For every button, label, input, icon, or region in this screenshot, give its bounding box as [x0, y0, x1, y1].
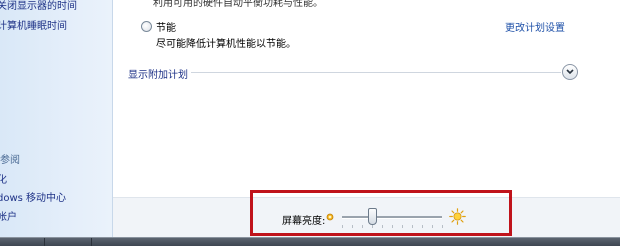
taskbar-item[interactable] — [0, 238, 45, 246]
balanced-plan-description: 利用可用的硬件自动平衡功耗与性能。 — [153, 0, 323, 9]
show-additional-plans-label[interactable]: 显示附加计划 — [128, 66, 188, 81]
brightness-slider-tick — [382, 225, 383, 228]
chevron-down-icon — [566, 69, 574, 75]
dim-sun-icon — [326, 213, 334, 221]
power-options-window: 关闭显示器的时间 计算机睡眠时间 参阅 化 dows 移动中心 帐户 利用可用的… — [0, 0, 620, 246]
brightness-slider-tick — [342, 225, 343, 228]
bright-sun-icon — [449, 208, 466, 225]
taskbar — [0, 237, 620, 246]
sidebar-link-user-accounts[interactable]: 帐户 — [0, 208, 17, 223]
sidebar-link-personalization[interactable]: 化 — [0, 171, 7, 186]
brightness-slider-tick — [432, 225, 433, 228]
brightness-slider-thumb[interactable] — [368, 208, 377, 225]
power-saver-plan-name[interactable]: 节能 — [156, 19, 176, 34]
sidebar-link-sleep-time[interactable]: 计算机睡眠时间 — [0, 17, 67, 32]
sidebar-link-mobility-center[interactable]: dows 移动中心 — [0, 189, 66, 204]
main-content: 利用可用的硬件自动平衡功耗与性能。 节能 尽可能降低计算机性能以节能。 更改计划… — [113, 0, 620, 238]
brightness-slider-tick — [442, 225, 443, 228]
power-saver-radio[interactable] — [141, 21, 152, 32]
brightness-slider-tick — [402, 225, 403, 228]
power-saver-plan-description: 尽可能降低计算机性能以节能。 — [156, 39, 296, 50]
brightness-slider-tick — [392, 225, 393, 228]
expand-additional-plans-button[interactable] — [562, 64, 578, 80]
brightness-slider-tick — [352, 225, 353, 228]
brightness-slider-track[interactable] — [342, 216, 442, 219]
sidebar: 关闭显示器的时间 计算机睡眠时间 参阅 化 dows 移动中心 帐户 — [0, 0, 113, 237]
sidebar-link-display-off-time[interactable]: 关闭显示器的时间 — [0, 0, 77, 12]
brightness-bar: 屏幕亮度: — [113, 197, 620, 238]
brightness-slider-tick — [412, 225, 413, 228]
taskbar-item[interactable] — [45, 238, 92, 246]
brightness-slider-tick — [422, 225, 423, 228]
section-divider — [191, 72, 561, 73]
screen-brightness-label: 屏幕亮度: — [282, 216, 326, 227]
change-plan-settings-link[interactable]: 更改计划设置 — [505, 19, 565, 34]
brightness-slider-tick — [372, 225, 373, 228]
brightness-slider-tick — [362, 225, 363, 228]
see-also-heading: 参阅 — [0, 155, 20, 166]
